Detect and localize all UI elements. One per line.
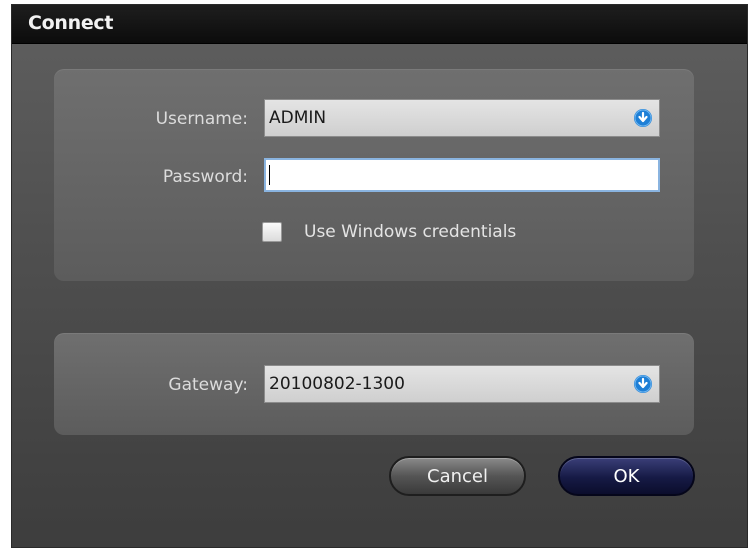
dialog-title: Connect: [28, 12, 114, 34]
text-caret: [269, 165, 270, 185]
gateway-panel: Gateway: 20100802-1300: [54, 333, 694, 435]
username-label: Username:: [155, 109, 248, 129]
username-value: ADMIN: [269, 108, 327, 128]
username-dropdown[interactable]: ADMIN: [264, 99, 660, 137]
title-bar: Connect: [12, 5, 747, 44]
ok-button[interactable]: OK: [558, 456, 695, 496]
password-field[interactable]: [264, 158, 660, 192]
password-label: Password:: [162, 167, 248, 187]
use-windows-credentials-label[interactable]: Use Windows credentials: [304, 222, 516, 242]
gateway-dropdown[interactable]: 20100802-1300: [264, 365, 660, 403]
chevron-down-icon[interactable]: [634, 375, 652, 393]
gateway-value: 20100802-1300: [269, 374, 405, 394]
gateway-label: Gateway:: [168, 375, 248, 395]
credentials-panel: Username: ADMIN Password: Use Windows cr…: [54, 69, 694, 281]
use-windows-credentials-checkbox[interactable]: [262, 222, 282, 242]
chevron-down-icon[interactable]: [634, 109, 652, 127]
cancel-button[interactable]: Cancel: [389, 456, 526, 496]
connect-dialog: Connect Username: ADMIN Password: Use Wi…: [11, 4, 748, 548]
